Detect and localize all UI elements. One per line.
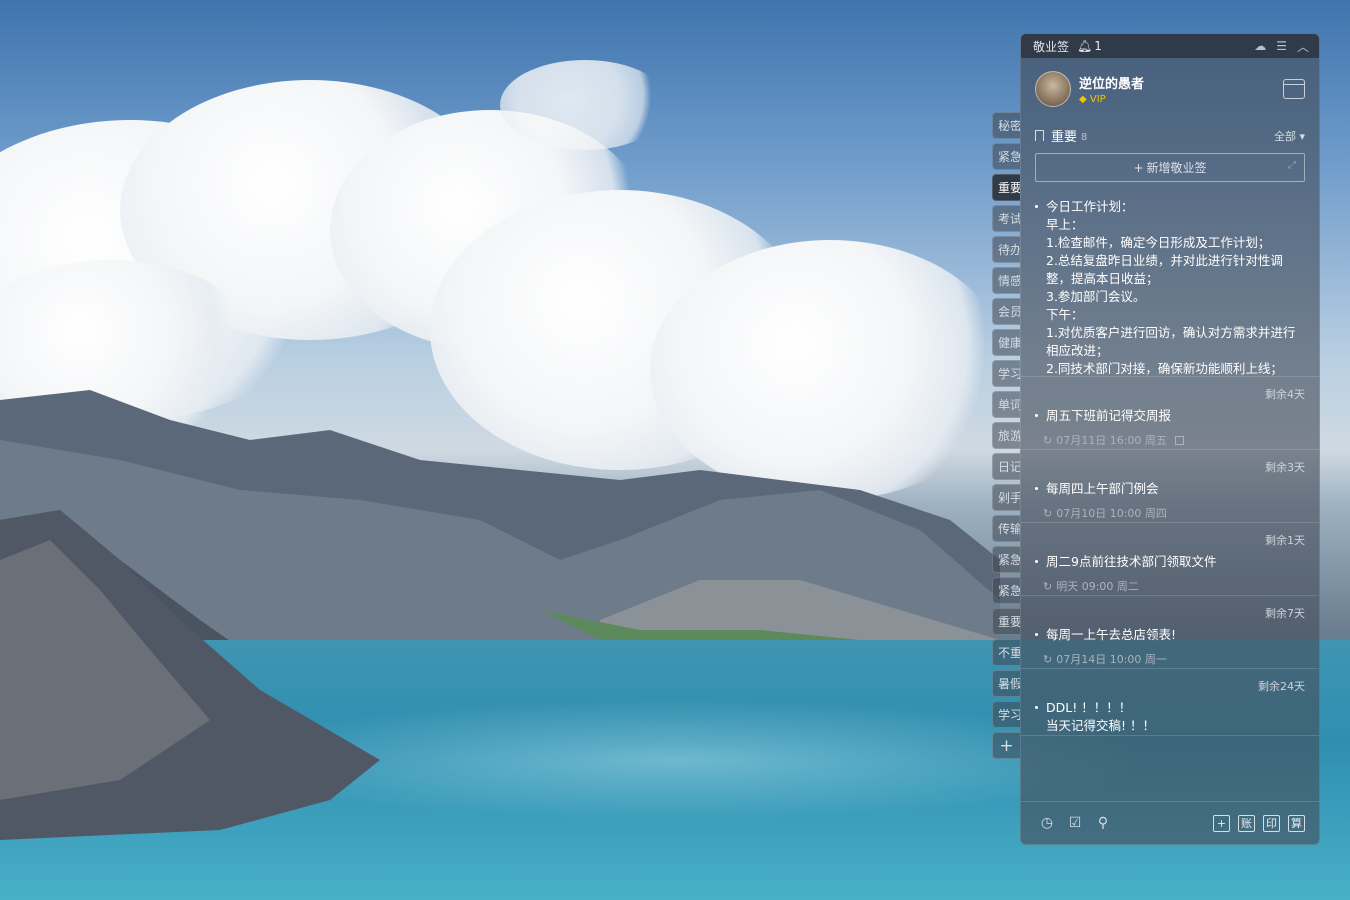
tab-urgent-3[interactable]: 紧急 bbox=[992, 577, 1020, 604]
tab-transfer[interactable]: 传输 bbox=[992, 515, 1020, 542]
tab-member[interactable]: 会员 bbox=[992, 298, 1020, 325]
note-text: 周二9点前往技术部门领取文件 bbox=[1035, 553, 1305, 571]
bell-icon[interactable]: 🔔︎ bbox=[1077, 39, 1092, 53]
expand-icon[interactable]: ⤢ bbox=[1288, 160, 1296, 171]
note-item[interactable]: 剩余1天 周二9点前往技术部门领取文件 ↻ 明天 09:00 周二 bbox=[1021, 523, 1319, 596]
remaining-days: 剩余3天 bbox=[1265, 461, 1305, 474]
tab-diary[interactable]: 日记 bbox=[992, 453, 1020, 480]
repeat-icon: ↻ bbox=[1043, 652, 1053, 666]
tab-travel[interactable]: 旅游 bbox=[992, 422, 1020, 449]
tab-todo[interactable]: 待办 bbox=[992, 236, 1020, 263]
tab-urgent-2[interactable]: 紧急 bbox=[992, 546, 1020, 573]
plus-icon: + bbox=[1133, 160, 1144, 175]
app-name: 敬业签 bbox=[1033, 39, 1070, 54]
tab-important[interactable]: 重要 bbox=[992, 174, 1020, 201]
note-reminder: ↻ 07月10日 10:00 周四 bbox=[1043, 506, 1167, 521]
notification-count[interactable]: 1 bbox=[1094, 39, 1102, 53]
checklist-icon[interactable]: ☑ bbox=[1067, 815, 1083, 831]
section-title: 重要 bbox=[1051, 130, 1078, 145]
note-reminder: ↻ 07月11日 16:00 周五 bbox=[1035, 431, 1305, 449]
repeat-icon: ↻ bbox=[1043, 506, 1053, 520]
note-item[interactable]: 今日工作计划： 早上： 1.检查邮件，确定今日形成及工作计划； 2.总结复盘昨日… bbox=[1021, 194, 1319, 377]
add-tab-button[interactable]: + bbox=[992, 732, 1020, 759]
collapse-icon[interactable]: ︿ bbox=[1297, 38, 1309, 55]
tab-health[interactable]: 健康 bbox=[992, 329, 1020, 356]
note-text: 每周四上午部门例会 bbox=[1035, 480, 1305, 498]
tab-secret[interactable]: 秘密 bbox=[992, 112, 1020, 139]
panel-footer: ◷ ☑ ⚲ + 账 印 算 bbox=[1021, 801, 1319, 844]
section-count: 8 bbox=[1081, 131, 1088, 143]
title-bar[interactable]: 敬业签 🔔︎ 1 ☁ ☰ ︿ bbox=[1021, 34, 1319, 58]
note-text: 周五下班前记得交周报 bbox=[1035, 407, 1305, 425]
note-list: 今日工作计划： 早上： 1.检查邮件，确定今日形成及工作计划； 2.总结复盘昨日… bbox=[1021, 194, 1319, 802]
note-item[interactable]: 剩余4天 周五下班前记得交周报 ↻ 07月11日 16:00 周五 bbox=[1021, 377, 1319, 450]
print-button[interactable]: 印 bbox=[1263, 814, 1280, 832]
bookmark-icon bbox=[1035, 130, 1044, 141]
note-text: 今日工作计划： 早上： 1.检查邮件，确定今日形成及工作计划； 2.总结复盘昨日… bbox=[1035, 198, 1305, 376]
clock-icon[interactable]: ◷ bbox=[1039, 815, 1055, 831]
tab-study-2[interactable]: 学习 bbox=[992, 701, 1020, 728]
remaining-days: 剩余24天 bbox=[1258, 680, 1305, 693]
note-text: DDL! ！！！！ 当天记得交稿! ！！ bbox=[1035, 699, 1305, 735]
section-header: 重要 8 全部 ▾ bbox=[1021, 126, 1319, 145]
note-item[interactable]: 剩余24天 DDL! ！！！！ 当天记得交稿! ！！ bbox=[1021, 669, 1319, 736]
tab-emotion[interactable]: 情感 bbox=[992, 267, 1020, 294]
repeat-icon: ↻ bbox=[1043, 433, 1053, 447]
tab-urgent[interactable]: 紧急 bbox=[992, 143, 1020, 170]
account-button[interactable]: 账 bbox=[1238, 814, 1255, 832]
note-reminder: ↻ 明天 09:00 周二 bbox=[1043, 579, 1139, 594]
tab-shopping[interactable]: 剁手 bbox=[992, 484, 1020, 511]
remaining-days: 剩余4天 bbox=[1265, 388, 1305, 401]
tab-study[interactable]: 学习 bbox=[992, 360, 1020, 387]
filter-dropdown[interactable]: 全部 ▾ bbox=[1274, 128, 1305, 144]
add-button[interactable]: + bbox=[1213, 814, 1230, 832]
user-header: 逆位的愚者 ◆ VIP bbox=[1021, 58, 1319, 110]
avatar[interactable] bbox=[1035, 71, 1071, 107]
tab-summer[interactable]: 暑假 bbox=[992, 670, 1020, 697]
repeat-icon: ↻ bbox=[1043, 579, 1053, 593]
category-tabs: 秘密 紧急 重要 考试 待办 情感 会员 健康 学习 单词 旅游 日记 剁手 传… bbox=[992, 112, 1022, 763]
user-name: 逆位的愚者 bbox=[1079, 77, 1145, 92]
add-note-button[interactable]: + 新增敬业签 ⤢ bbox=[1035, 153, 1305, 182]
tab-words[interactable]: 单词 bbox=[992, 391, 1020, 418]
vip-badge: ◆ VIP bbox=[1079, 94, 1106, 105]
diamond-icon: ◆ bbox=[1079, 94, 1087, 105]
note-item[interactable]: 剩余7天 每周一上午去总店领表! ↻ 07月14日 10:00 周一 bbox=[1021, 596, 1319, 669]
note-item[interactable]: 剩余3天 每周四上午部门例会 ↻ 07月10日 10:00 周四 bbox=[1021, 450, 1319, 523]
remaining-days: 剩余7天 bbox=[1265, 607, 1305, 620]
calculator-button[interactable]: 算 bbox=[1288, 814, 1305, 832]
calendar-icon[interactable] bbox=[1283, 79, 1305, 99]
menu-icon[interactable]: ☰ bbox=[1276, 39, 1287, 53]
clip-icon bbox=[1174, 435, 1184, 445]
note-text: 每周一上午去总店领表! bbox=[1035, 626, 1305, 644]
tab-not-important[interactable]: 不重 bbox=[992, 639, 1020, 666]
note-reminder: ↻ 07月14日 10:00 周一 bbox=[1043, 652, 1167, 667]
note-panel: 敬业签 🔔︎ 1 ☁ ☰ ︿ 逆位的愚者 ◆ VIP 重要 8 全部 ▾ + 新… bbox=[1020, 33, 1320, 845]
cloud-icon[interactable]: ☁ bbox=[1254, 39, 1266, 53]
search-icon[interactable]: ⚲ bbox=[1095, 815, 1111, 831]
tab-exam[interactable]: 考试 bbox=[992, 205, 1020, 232]
remaining-days: 剩余1天 bbox=[1265, 534, 1305, 547]
tab-important-2[interactable]: 重要 bbox=[992, 608, 1020, 635]
